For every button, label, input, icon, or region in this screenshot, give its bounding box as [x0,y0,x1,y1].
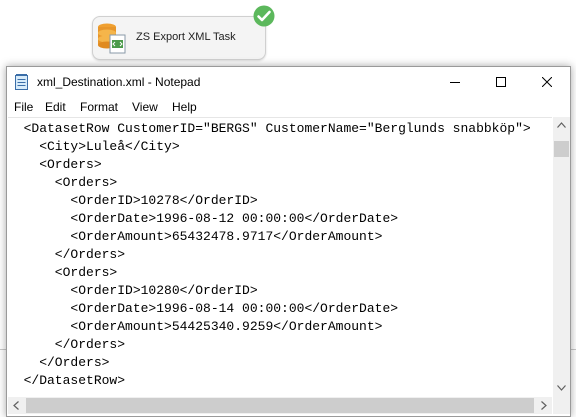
text-line: </Orders> [8,337,126,352]
horizontal-scrollbar[interactable] [8,397,552,414]
text-line: <Orders> [8,175,118,190]
close-icon [542,77,552,87]
close-button[interactable] [524,67,570,97]
text-line: <OrderDate>1996-08-14 00:00:00</OrderDat… [8,301,399,316]
scroll-down-arrow-icon[interactable] [557,385,566,391]
text-line: </Orders> [8,247,126,262]
text-line: <City>Luleå</City> [8,139,180,154]
text-line: <DatasetRow CustomerID="BERGS" CustomerN… [8,121,531,136]
task-label: ZS Export XML Task [136,31,236,43]
scroll-right-arrow-icon[interactable] [541,401,547,410]
text-editor[interactable]: <DatasetRow CustomerID="BERGS" CustomerN… [8,117,552,397]
text-line: <Orders> [8,265,118,280]
scroll-up-arrow-icon[interactable] [557,122,566,128]
vertical-scroll-thumb[interactable] [554,141,569,157]
text-line: <Orders> [8,157,102,172]
menu-format[interactable]: Format [80,100,118,114]
text-line: <OrderID>10278</OrderID> [8,193,258,208]
text-line: <OrderAmount>54425340.9259</OrderAmount> [8,319,383,334]
maximize-button[interactable] [478,67,524,97]
menu-help[interactable]: Help [172,100,197,114]
menu-bar: File Edit Format View Help [7,97,570,117]
menu-file[interactable]: File [14,100,33,114]
success-check-icon [253,5,275,27]
notepad-icon [15,74,29,90]
text-line: <OrderID>10280</OrderID> [8,283,258,298]
notepad-window[interactable]: xml_Destination.xml - Notepad File Edit … [6,66,571,417]
menu-view[interactable]: View [132,100,158,114]
text-line: <OrderAmount>65432478.9717</OrderAmount> [8,229,383,244]
minimize-icon [450,82,460,83]
window-title: xml_Destination.xml - Notepad [37,75,201,89]
database-xml-icon [97,21,129,55]
zs-export-xml-task[interactable]: ZS Export XML Task [92,16,266,60]
title-bar[interactable]: xml_Destination.xml - Notepad [7,67,570,97]
text-line: </DatasetRow> [8,373,126,388]
minimize-button[interactable] [432,67,478,97]
menu-edit[interactable]: Edit [45,100,66,114]
scroll-left-arrow-icon[interactable] [13,401,19,410]
horizontal-scroll-thumb[interactable] [26,398,534,413]
text-line: <OrderDate>1996-08-12 00:00:00</OrderDat… [8,211,399,226]
maximize-icon [496,77,506,87]
text-line: </Orders> [8,355,110,370]
vertical-scrollbar[interactable] [553,117,570,397]
scroll-corner [553,397,570,414]
